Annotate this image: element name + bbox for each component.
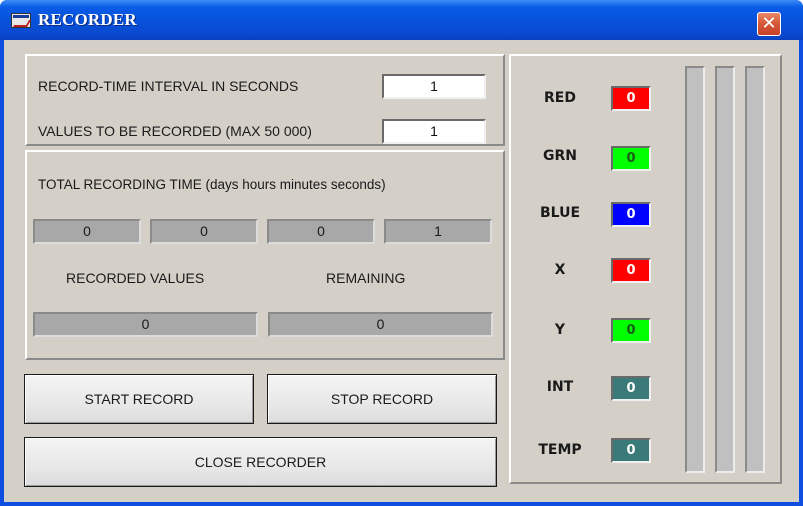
start-record-button[interactable]: START RECORD	[24, 374, 254, 424]
title-bar[interactable]: RECORDER ✕	[0, 0, 803, 40]
channel-value-blue: 0	[611, 202, 651, 227]
level-bar-2	[715, 66, 735, 473]
count-label: VALUES TO BE RECORDED (MAX 50 000)	[38, 123, 312, 139]
recorded-values-label: RECORDED VALUES	[66, 270, 205, 286]
channel-label-red: RED	[544, 90, 576, 106]
channel-value-temp: 0	[611, 438, 651, 463]
minutes-indicator: 0	[267, 219, 375, 244]
channel-value-x: 0	[611, 258, 651, 283]
close-recorder-button[interactable]: CLOSE RECORDER	[24, 437, 497, 487]
channel-value-red: 0	[611, 86, 651, 111]
level-bar-1	[685, 66, 705, 473]
channel-label-grn: GRN	[543, 148, 577, 164]
total-time-label: TOTAL RECORDING TIME (days hours minutes…	[38, 177, 386, 192]
close-icon[interactable]: ✕	[757, 12, 781, 36]
channel-value-grn: 0	[611, 146, 651, 171]
remaining-indicator: 0	[268, 312, 493, 337]
count-input[interactable]: 1	[382, 119, 486, 144]
remaining-label: REMAINING	[326, 270, 406, 286]
level-bar-3	[745, 66, 765, 473]
client-area: RECORD-TIME INTERVAL IN SECONDS 1 VALUES…	[4, 40, 799, 502]
seconds-indicator: 1	[384, 219, 492, 244]
hours-indicator: 0	[150, 219, 258, 244]
channel-label-int: INT	[546, 379, 574, 395]
channel-label-y: Y	[554, 322, 566, 338]
channel-value-y: 0	[611, 318, 651, 343]
recorder-window: RECORDER ✕ RECORD-TIME INTERVAL IN SECON…	[0, 0, 803, 506]
channel-label-temp: TEMP	[538, 442, 582, 458]
interval-label: RECORD-TIME INTERVAL IN SECONDS	[38, 78, 299, 94]
recorded-values-indicator: 0	[33, 312, 258, 337]
channel-label-blue: BLUE	[539, 205, 581, 221]
days-indicator: 0	[33, 219, 141, 244]
channel-label-x: X	[554, 262, 566, 278]
app-icon	[11, 13, 32, 28]
channel-value-int: 0	[611, 376, 651, 401]
interval-input[interactable]: 1	[382, 74, 486, 99]
stop-record-button[interactable]: STOP RECORD	[267, 374, 497, 424]
window-title: RECORDER	[38, 10, 137, 29]
